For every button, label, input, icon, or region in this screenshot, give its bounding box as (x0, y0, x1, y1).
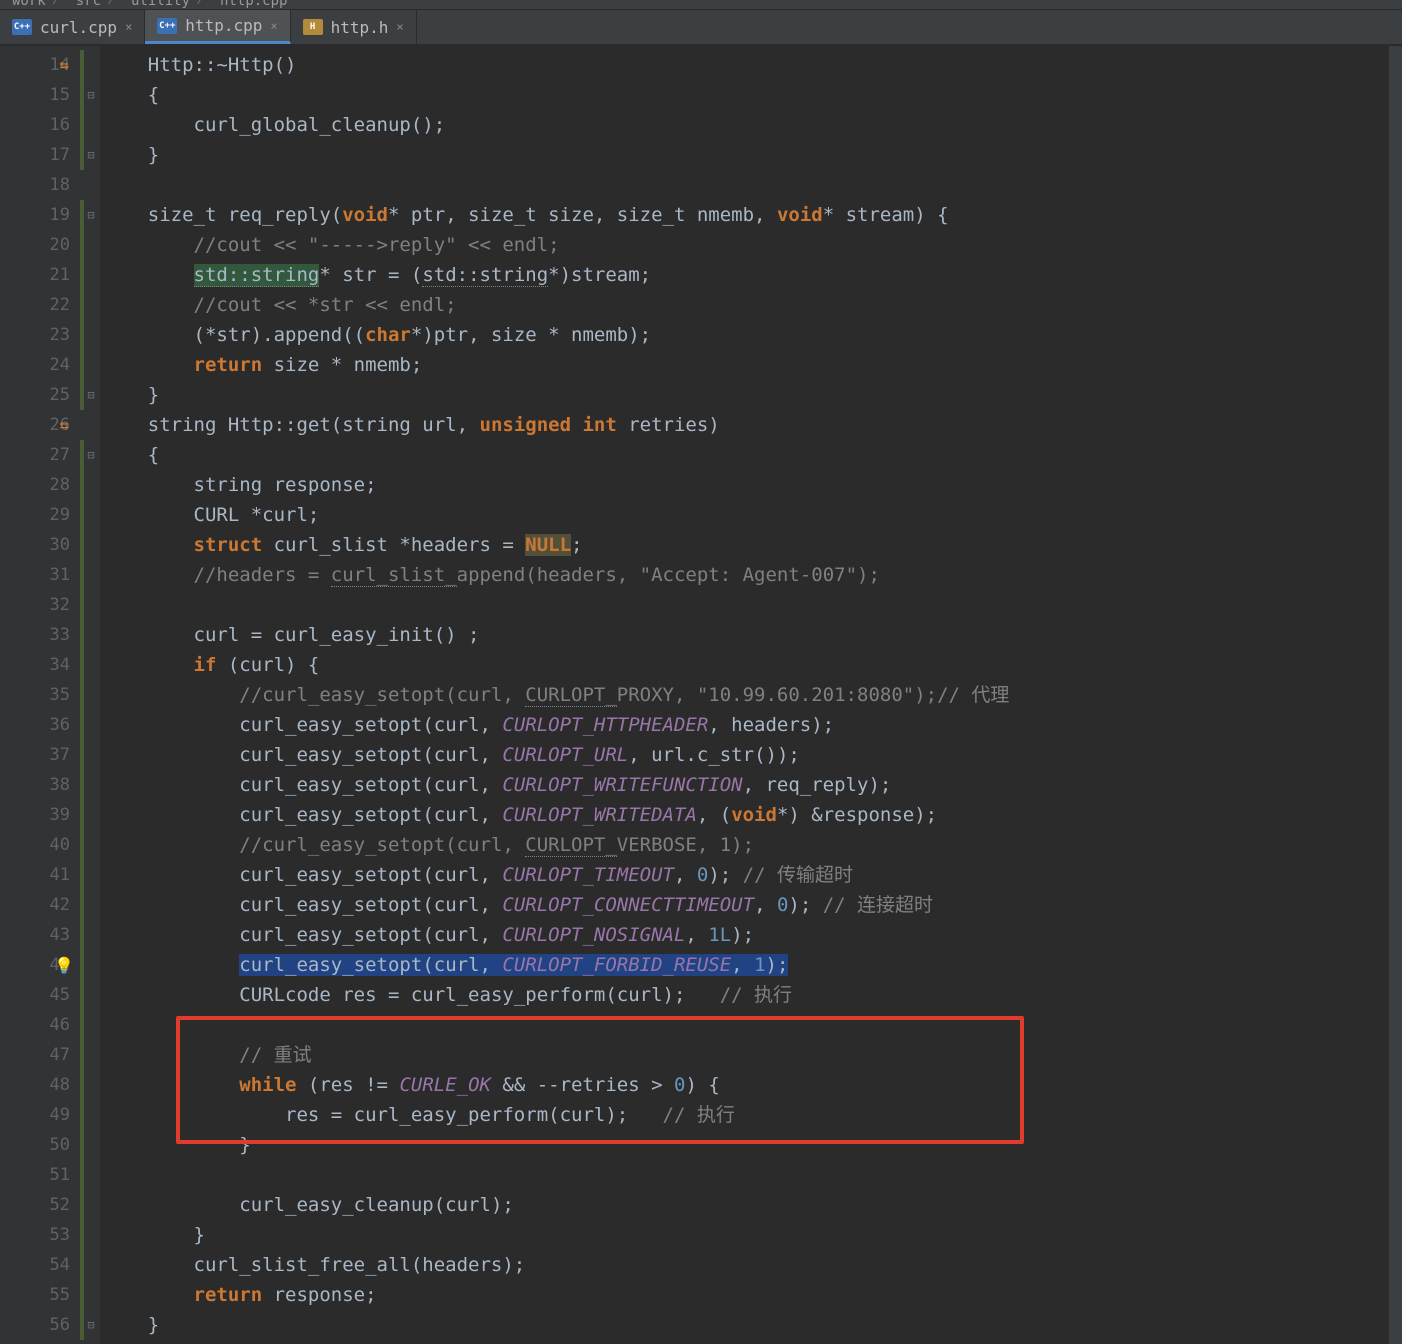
code-line: //curl_easy_setopt(curl, CURLOPT_VERBOSE… (100, 830, 1388, 860)
code-line: CURLcode res = curl_easy_perform(curl); … (100, 980, 1388, 1010)
breadcrumb: work 〉 src 〉 utility 〉 http.cpp (0, 0, 1402, 10)
code-line: curl_slist_free_all(headers); (100, 1250, 1388, 1280)
fold-toggle-icon[interactable]: ⊟ (84, 140, 98, 170)
line-number[interactable]: 50 (0, 1130, 70, 1160)
override-marker-icon[interactable]: ⇆ (59, 416, 68, 434)
code-line: } (100, 1220, 1388, 1250)
code-line: string Http::get(string url, unsigned in… (100, 410, 1388, 440)
tab-label: curl.cpp (40, 18, 117, 37)
fold-toggle-icon[interactable]: ⊟ (84, 1310, 98, 1340)
line-number[interactable]: 55 (0, 1280, 70, 1310)
gutter-markers: ⇆ ⇆ 💡 (54, 50, 74, 980)
code-line: curl_easy_setopt(curl, CURLOPT_CONNECTTI… (100, 890, 1388, 920)
gutter: 1415161718192021222324252627282930313233… (0, 46, 100, 1344)
line-number[interactable]: 45 (0, 980, 70, 1010)
code-line: } (100, 1130, 1388, 1160)
code-area[interactable]: Http::~Http() { curl_global_cleanup(); }… (100, 46, 1388, 1344)
code-line: curl_easy_cleanup(curl); (100, 1190, 1388, 1220)
code-line: curl_easy_setopt(curl, CURLOPT_TIMEOUT, … (100, 860, 1388, 890)
code-line: //cout << "----->reply" << endl; (100, 230, 1388, 260)
code-line: Http::~Http() (100, 50, 1388, 80)
code-line: curl_easy_setopt(curl, CURLOPT_URL, url.… (100, 740, 1388, 770)
code-line: } (100, 140, 1388, 170)
breadcrumb-item[interactable]: utility (125, 0, 196, 9)
line-number[interactable]: 46 (0, 1010, 70, 1040)
vertical-scrollbar[interactable] (1388, 46, 1402, 1344)
fold-toggle-icon[interactable]: ⊟ (84, 200, 98, 230)
code-line: return size * nmemb; (100, 350, 1388, 380)
code-line: //curl_easy_setopt(curl, CURLOPT_PROXY, … (100, 680, 1388, 710)
code-line: //cout << *str << endl; (100, 290, 1388, 320)
fold-toggle-icon[interactable]: ⊟ (84, 80, 98, 110)
code-line: } (100, 380, 1388, 410)
code-line: curl_global_cleanup(); (100, 110, 1388, 140)
tab-curl-cpp[interactable]: C++ curl.cpp × (0, 10, 145, 44)
tab-http-h[interactable]: H http.h × (291, 10, 417, 44)
code-line: res = curl_easy_perform(curl); // 执行 (100, 1100, 1388, 1130)
line-number[interactable]: 54 (0, 1250, 70, 1280)
chevron-right-icon: 〉 (196, 0, 214, 9)
chevron-right-icon: 〉 (107, 0, 125, 9)
fold-toggle-icon[interactable]: ⊟ (84, 440, 98, 470)
code-line: { (100, 440, 1388, 470)
fold-toggle-icon[interactable]: ⊟ (84, 380, 98, 410)
editor-tab-bar: C++ curl.cpp × C++ http.cpp × H http.h × (0, 10, 1402, 46)
code-editor: 1415161718192021222324252627282930313233… (0, 46, 1402, 1344)
close-icon[interactable]: × (125, 20, 132, 34)
code-line (100, 170, 1388, 200)
fold-column: ⊟ ⊟ ⊟ ⊟ ⊟ ⊟ (84, 50, 98, 1340)
code-line (100, 590, 1388, 620)
code-line: string response; (100, 470, 1388, 500)
code-line: struct curl_slist *headers = NULL; (100, 530, 1388, 560)
line-number[interactable]: 51 (0, 1160, 70, 1190)
code-line: curl_easy_setopt(curl, CURLOPT_HTTPHEADE… (100, 710, 1388, 740)
code-line: (*str).append((char*)ptr, size * nmemb); (100, 320, 1388, 350)
h-file-icon: H (303, 19, 323, 35)
code-line: return response; (100, 1280, 1388, 1310)
code-line (100, 1160, 1388, 1190)
code-line (100, 1010, 1388, 1040)
intention-bulb-icon[interactable]: 💡 (54, 956, 74, 975)
code-line: { (100, 80, 1388, 110)
tab-label: http.cpp (185, 16, 262, 35)
code-line: if (curl) { (100, 650, 1388, 680)
code-line: curl = curl_easy_init() ; (100, 620, 1388, 650)
tab-label: http.h (331, 18, 389, 37)
line-number[interactable]: 48 (0, 1070, 70, 1100)
line-number[interactable]: 56 (0, 1310, 70, 1340)
line-number[interactable]: 47 (0, 1040, 70, 1070)
code-line: size_t req_reply(void* ptr, size_t size,… (100, 200, 1388, 230)
code-line: } (100, 1310, 1388, 1340)
code-line: // 重试 (100, 1040, 1388, 1070)
line-number[interactable]: 49 (0, 1100, 70, 1130)
line-number[interactable]: 52 (0, 1190, 70, 1220)
cpp-file-icon: C++ (157, 18, 177, 34)
code-line: curl_easy_setopt(curl, CURLOPT_WRITEDATA… (100, 800, 1388, 830)
code-line: //headers = curl_slist_append(headers, "… (100, 560, 1388, 590)
close-icon[interactable]: × (270, 19, 277, 33)
code-line: CURL *curl; (100, 500, 1388, 530)
code-line: std::string* str = (std::string*)stream; (100, 260, 1388, 290)
chevron-right-icon: 〉 (52, 0, 70, 9)
code-line: curl_easy_setopt(curl, CURLOPT_FORBID_RE… (100, 950, 1388, 980)
breadcrumb-item[interactable]: work (6, 0, 52, 9)
override-marker-icon[interactable]: ⇆ (59, 56, 68, 74)
code-line: curl_easy_setopt(curl, CURLOPT_WRITEFUNC… (100, 770, 1388, 800)
breadcrumb-item[interactable]: src (70, 0, 107, 9)
line-number[interactable]: 53 (0, 1220, 70, 1250)
close-icon[interactable]: × (396, 20, 403, 34)
tab-http-cpp[interactable]: C++ http.cpp × (145, 10, 290, 44)
breadcrumb-item[interactable]: http.cpp (214, 0, 293, 9)
cpp-file-icon: C++ (12, 19, 32, 35)
code-line: while (res != CURLE_OK && --retries > 0)… (100, 1070, 1388, 1100)
code-line: curl_easy_setopt(curl, CURLOPT_NOSIGNAL,… (100, 920, 1388, 950)
